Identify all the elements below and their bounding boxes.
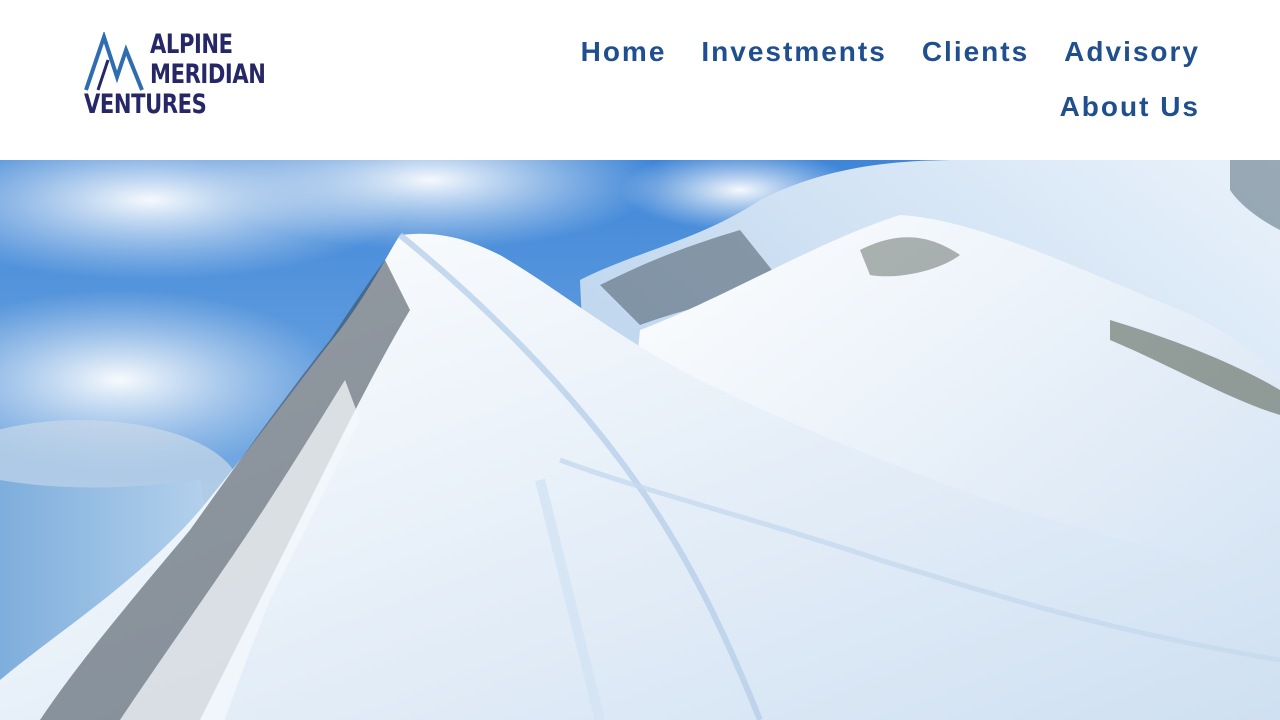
nav-home-link[interactable]: Home [581,36,667,68]
hero-mountain-image [0,160,1280,720]
nav-investments-link[interactable]: Investments [701,36,886,68]
nav-row-2: About Us [520,79,1200,134]
site-header: ALPINE MERIDIAN VENTURES Home Investment… [0,0,1280,160]
logo-line-2: MERIDIAN [150,59,266,90]
main-navigation: Home Investments Clients Advisory About … [520,24,1200,134]
mountain-logo-icon [84,32,144,91]
nav-about-us-link[interactable]: About Us [1060,91,1200,123]
snowy-mountain-illustration [0,160,1280,720]
company-logo[interactable]: ALPINE MERIDIAN VENTURES [84,30,274,124]
logo-wordmark: ALPINE MERIDIAN [150,30,266,90]
nav-clients-link[interactable]: Clients [922,36,1029,68]
nav-advisory-link[interactable]: Advisory [1064,36,1200,68]
logo-line-3: VENTURES [84,89,207,120]
logo-line-1: ALPINE [150,29,233,60]
logo-wordmark-bottom: VENTURES [84,89,207,120]
nav-row-1: Home Investments Clients Advisory [520,24,1200,79]
